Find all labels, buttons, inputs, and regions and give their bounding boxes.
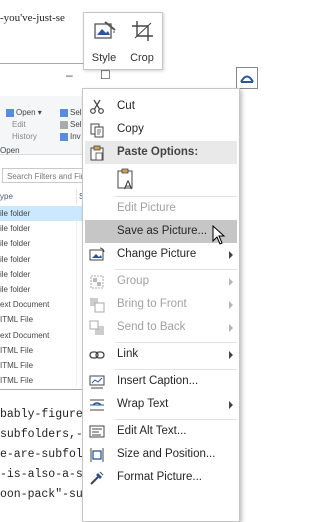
paste-text-only-icon: A <box>117 168 133 192</box>
menu-item-group[interactable]: Group <box>83 270 239 293</box>
crop-button[interactable]: Crop <box>123 13 161 69</box>
copy-icon <box>90 123 104 138</box>
crop-label: Crop <box>130 52 154 64</box>
menu-item-label: Save as Picture... <box>117 225 208 237</box>
ribbon-edit: Edit <box>12 120 26 129</box>
menu-item-edit-picture[interactable]: Edit Picture <box>83 197 239 220</box>
select-icon <box>60 108 68 117</box>
crop-icon <box>132 21 153 41</box>
submenu-arrow-icon <box>229 278 233 286</box>
caption-icon <box>89 375 105 389</box>
menu-item-copy[interactable]: Copy <box>83 118 239 141</box>
ribbon-history: History <box>12 132 37 141</box>
clipboard-icon <box>90 145 104 161</box>
menu-item-label: Insert Caption... <box>117 375 199 387</box>
submenu-arrow-icon <box>229 251 233 259</box>
group-icon <box>90 275 104 289</box>
alt-text-icon <box>89 425 105 438</box>
document-text-top: -you've-just-se <box>0 12 65 24</box>
ribbon-select-label: Sel <box>70 108 82 117</box>
layout-options-icon[interactable] <box>236 67 258 89</box>
menu-item-label: Copy <box>117 123 144 135</box>
menu-item-label: Change Picture <box>117 248 197 260</box>
invert-icon <box>60 132 68 141</box>
ribbon-select2: Sel <box>60 120 82 129</box>
size-position-icon <box>90 448 104 462</box>
ribbon-open-label: Open ▾ <box>16 108 42 117</box>
ribbon-select2-label: Sel <box>70 120 82 129</box>
submenu-arrow-icon <box>229 401 233 409</box>
scissors-icon <box>90 99 104 114</box>
bring-front-icon <box>90 298 105 313</box>
menu-item-size-and-position[interactable]: Size and Position... <box>83 443 239 466</box>
menu-item-label: Link <box>117 348 139 360</box>
menu-item-label: Send to Back <box>117 321 186 333</box>
menu-item-label: Edit Picture <box>117 202 176 214</box>
menu-item-wrap-text[interactable]: Wrap Text <box>83 393 239 416</box>
submenu-arrow-icon <box>229 301 233 309</box>
menu-item-cut[interactable]: Cut <box>83 95 239 118</box>
submenu-arrow-icon <box>229 324 233 332</box>
mouse-pointer-icon <box>212 225 226 245</box>
link-icon <box>89 351 105 359</box>
maximize-icon: ☐ <box>100 68 111 82</box>
menu-item-label: Edit Alt Text... <box>117 425 187 437</box>
change-picture-icon <box>89 247 105 261</box>
open-icon <box>6 108 14 117</box>
ribbon-group-open: Open <box>0 146 20 155</box>
submenu-arrow-icon <box>229 351 233 359</box>
column-type: ype <box>0 192 13 201</box>
menu-item-label: Wrap Text <box>117 398 169 410</box>
ribbon-select: Sel <box>60 108 82 117</box>
ribbon-invert-label: Inv <box>70 132 81 141</box>
svg-text:A: A <box>124 178 132 192</box>
picture-mini-toolbar: Style Crop <box>83 12 163 70</box>
menu-header-paste-options: Paste Options: <box>85 141 237 164</box>
menu-item-label: Paste Options: <box>117 146 199 158</box>
menu-item-edit-alt-text[interactable]: Edit Alt Text... <box>83 420 239 443</box>
wrap-text-icon <box>90 399 104 411</box>
menu-item-label: Group <box>117 275 149 287</box>
style-label: Style <box>91 52 117 64</box>
send-back-icon <box>89 320 104 335</box>
context-menu: Cut Copy Paste Options: A Edit Picture S… <box>82 88 240 522</box>
minimize-icon: – <box>66 68 73 82</box>
ribbon-invert: Inv <box>60 132 81 141</box>
menu-item-link[interactable]: Link <box>83 343 239 366</box>
menu-item-change-picture[interactable]: Change Picture <box>83 243 239 266</box>
menu-item-format-picture[interactable]: Format Picture... <box>83 466 239 489</box>
menu-item-label: Size and Position... <box>117 448 216 460</box>
select-none-icon <box>60 120 68 129</box>
menu-item-insert-caption[interactable]: Insert Caption... <box>83 370 239 393</box>
menu-item-label: Cut <box>117 100 135 112</box>
picture-style-icon <box>94 21 116 39</box>
format-picture-icon <box>90 471 104 485</box>
ribbon-open: Open ▾ <box>6 108 42 117</box>
style-button[interactable]: Style <box>85 13 123 69</box>
menu-item-label: Format Picture... <box>117 471 202 483</box>
paste-keep-text-only-button[interactable]: A <box>115 168 137 192</box>
menu-item-send-to-back[interactable]: Send to Back <box>83 316 239 339</box>
menu-item-label: Bring to Front <box>117 298 187 310</box>
menu-item-bring-to-front[interactable]: Bring to Front <box>83 293 239 316</box>
